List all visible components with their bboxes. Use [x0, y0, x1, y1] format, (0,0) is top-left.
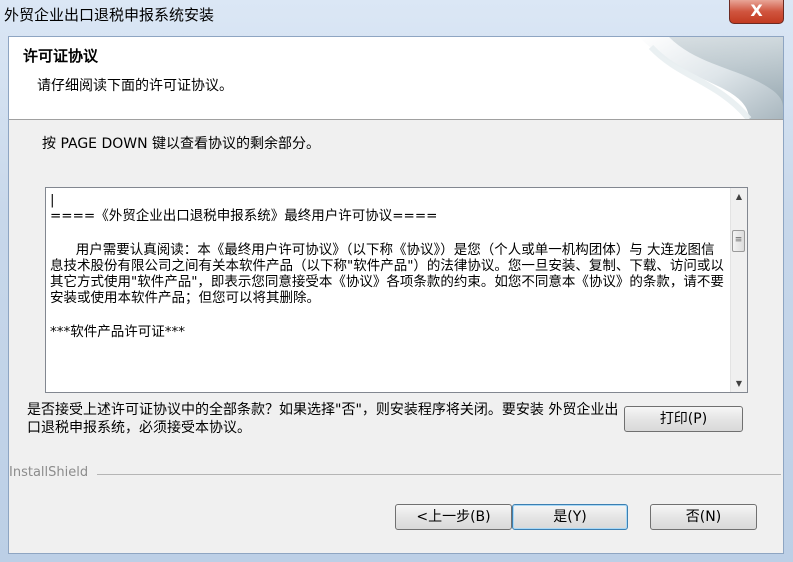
yes-button[interactable]: 是(Y): [512, 504, 628, 530]
installshield-label: InstallShield: [9, 465, 89, 480]
license-text: | ====《外贸企业出口退税申报系统》最终用户许可协议==== 用户需要认真阅…: [50, 192, 726, 340]
print-button[interactable]: 打印(P): [624, 406, 743, 432]
accept-question: 是否接受上述许可证协议中的全部条款？如果选择"否"，则安装程序将关闭。要安装 外…: [27, 402, 619, 436]
page-subtitle: 请仔细阅读下面的许可证协议。: [37, 78, 233, 94]
license-textbox[interactable]: | ====《外贸企业出口退税申报系统》最终用户许可协议==== 用户需要认真阅…: [45, 187, 748, 393]
license-section-heading: ***软件产品许可证***: [50, 324, 185, 340]
vertical-scrollbar[interactable]: ▲ ≡ ▼: [730, 188, 747, 392]
scroll-thumb[interactable]: ≡: [732, 230, 745, 252]
dialog-client: 许可证协议 请仔细阅读下面的许可证协议。 按 PAGE DOWN 键以查看协议的…: [8, 36, 784, 554]
scroll-up-icon[interactable]: ▲: [731, 188, 747, 205]
window-title: 外贸企业出口退税申报系统安装: [4, 6, 215, 24]
back-button[interactable]: <上一步(B): [395, 504, 512, 530]
license-heading: ====《外贸企业出口退税申报系统》最终用户许可协议====: [50, 208, 438, 224]
installer-window: 外贸企业出口退税申报系统安装 X 许可证协议 请仔细阅读下面的许可证协议。 按 …: [0, 0, 793, 562]
footer-divider: [97, 474, 781, 475]
scroll-instruction: 按 PAGE DOWN 键以查看协议的剩余部分。: [42, 136, 321, 152]
header-panel: 许可证协议 请仔细阅读下面的许可证协议。: [9, 37, 783, 120]
text-cursor-line: |: [50, 192, 55, 208]
close-button[interactable]: X: [729, 0, 784, 24]
close-icon: X: [750, 1, 763, 20]
installshield-banner-graphic: [639, 37, 783, 119]
license-paragraph: 用户需要认真阅读：本《最终用户许可协议》（以下称《协议》）是您（个人或单一机构团…: [50, 242, 724, 306]
page-title: 许可证协议: [23, 47, 99, 65]
no-button[interactable]: 否(N): [650, 504, 757, 530]
scroll-down-icon[interactable]: ▼: [731, 375, 747, 392]
title-bar[interactable]: 外贸企业出口退税申报系统安装 X: [0, 0, 793, 36]
